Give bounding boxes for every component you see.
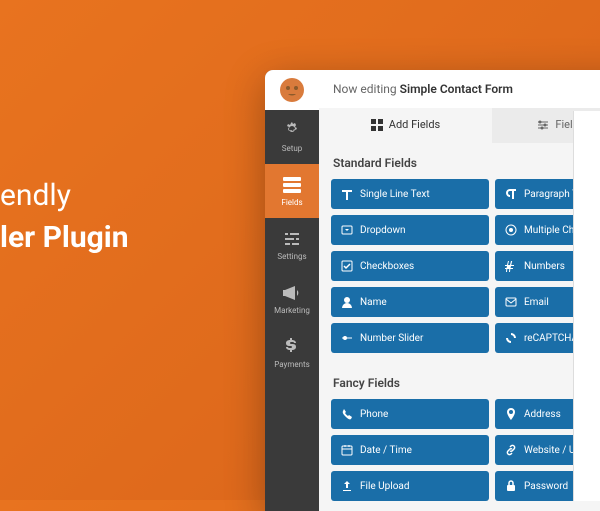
left-nav: Setup Fields Settings Marketing Payments (265, 70, 319, 511)
brand-logo[interactable] (265, 70, 319, 110)
megaphone-icon (283, 284, 301, 302)
tab-add-fields[interactable]: Add Fields (319, 108, 492, 143)
text-icon (341, 188, 353, 200)
editing-bar: Now editing Simple Contact Form (319, 70, 600, 108)
dollar-icon (283, 338, 301, 356)
calendar-icon (341, 444, 353, 456)
field-check[interactable]: Checkboxes (331, 251, 489, 281)
grid-icon (371, 119, 383, 131)
recaptcha-icon (505, 332, 517, 344)
nav-label: Settings (277, 252, 306, 261)
standard-field-grid: Single Line TextParagraph TextDropdownMu… (319, 179, 600, 363)
nav-settings[interactable]: Settings (265, 218, 319, 272)
nav-setup[interactable]: Setup (265, 110, 319, 164)
nav-label: Payments (274, 360, 310, 369)
paragraph-icon (505, 188, 517, 200)
field-upload[interactable]: File Upload (331, 471, 489, 501)
fields-panel: Now editing Simple Contact Form Add Fiel… (319, 70, 600, 511)
field-user[interactable]: Name (331, 287, 489, 317)
form-preview-strip (573, 111, 600, 501)
field-slider[interactable]: Number Slider (331, 323, 489, 353)
field-text[interactable]: Single Line Text (331, 179, 489, 209)
gear-icon (283, 122, 301, 140)
nav-label: Setup (282, 144, 303, 153)
field-calendar[interactable]: Date / Time (331, 435, 489, 465)
panel-tabs: Add Fields Field Options (319, 108, 600, 143)
fancy-field-grid: PhoneAddressDate / TimeWebsite / URLFile… (319, 399, 600, 511)
nav-label: Fields (281, 198, 302, 207)
link-icon (505, 444, 517, 456)
nav-fields[interactable]: Fields (265, 164, 319, 218)
check-icon (341, 260, 353, 272)
dropdown-icon (341, 224, 353, 236)
radio-icon (505, 224, 517, 236)
mail-icon (505, 296, 517, 308)
upload-icon (341, 480, 353, 492)
sliders-icon (283, 230, 301, 248)
options-icon (537, 119, 549, 131)
nav-label: Marketing (274, 306, 310, 315)
form-builder-window: Setup Fields Settings Marketing Payments… (265, 70, 600, 511)
field-phone[interactable]: Phone (331, 399, 489, 429)
hash-icon (505, 260, 517, 272)
nav-payments[interactable]: Payments (265, 326, 319, 380)
slider-icon (341, 332, 353, 344)
lock-icon (505, 480, 517, 492)
field-dropdown[interactable]: Dropdown (331, 215, 489, 245)
section-fancy-fields[interactable]: Fancy Fields ⌄ (319, 363, 600, 399)
pin-icon (505, 408, 517, 420)
section-standard-fields[interactable]: Standard Fields ⌄ (319, 143, 600, 179)
form-name: Simple Contact Form (400, 82, 513, 96)
user-icon (341, 296, 353, 308)
layout-icon (283, 176, 301, 194)
phone-icon (341, 408, 353, 420)
nav-marketing[interactable]: Marketing (265, 272, 319, 326)
hero-headline: endly ler Plugin (0, 175, 129, 259)
